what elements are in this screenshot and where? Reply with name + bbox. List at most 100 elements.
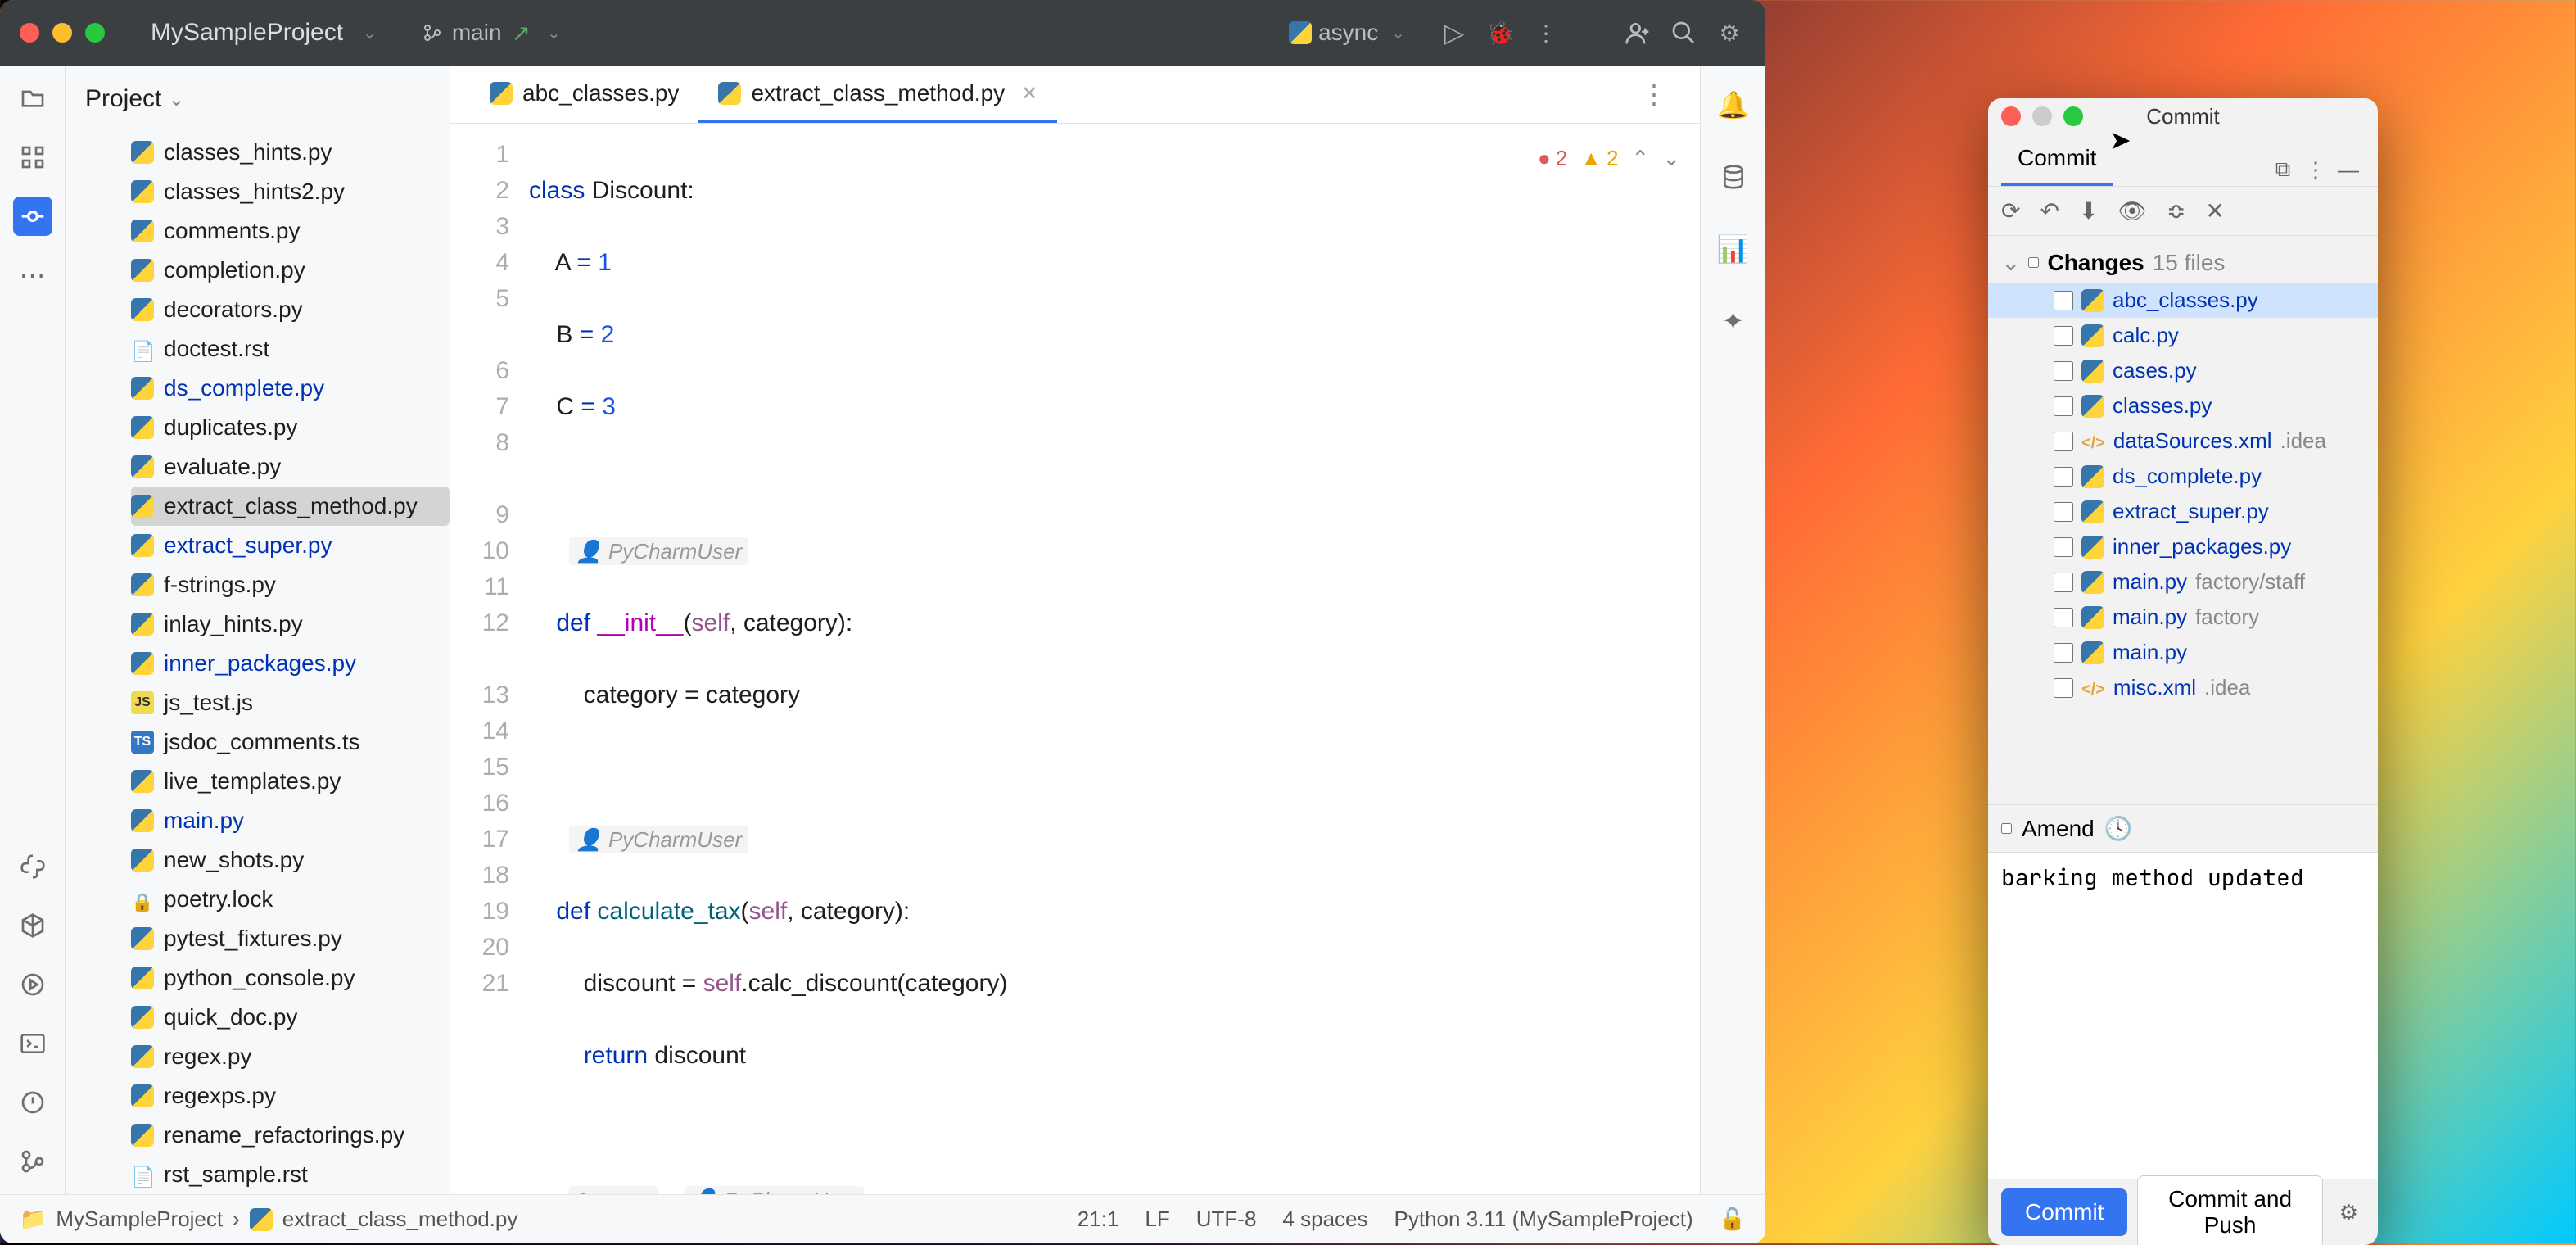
file-tree-item[interactable]: rst_sample.rst <box>131 1155 450 1194</box>
file-checkbox[interactable] <box>2054 608 2073 627</box>
file-tree-item[interactable]: extract_class_method.py <box>131 487 450 526</box>
commit-file-item[interactable]: abc_classes.py <box>1988 283 2378 318</box>
tab-shelf[interactable] <box>2113 160 2145 186</box>
commit-file-item[interactable]: ds_complete.py <box>1988 459 2378 494</box>
more-tool-button[interactable]: ⋯ <box>13 256 52 295</box>
services-button[interactable] <box>13 965 52 1004</box>
file-checkbox[interactable] <box>2054 326 2073 346</box>
commit-file-item[interactable]: inner_packages.py <box>1988 529 2378 564</box>
minimize-panel-icon[interactable]: — <box>2332 153 2365 186</box>
rollback-icon[interactable]: ↶ <box>2040 197 2059 224</box>
maximize-window-icon[interactable] <box>85 23 105 43</box>
encoding[interactable]: UTF-8 <box>1196 1207 1257 1232</box>
commit-file-item[interactable]: cases.py <box>1988 353 2378 388</box>
file-tree-item[interactable]: inner_packages.py <box>131 644 450 683</box>
file-tree-item[interactable]: quick_doc.py <box>131 998 450 1037</box>
file-tree-item[interactable]: TSjsdoc_comments.ts <box>131 722 450 762</box>
editor-tab[interactable]: abc_classes.py <box>470 67 698 123</box>
changelist-icon[interactable]: ≎ <box>2167 197 2185 224</box>
show-diff-icon[interactable]: ⬇ <box>2079 197 2098 224</box>
commit-file-item[interactable]: main.py factory/staff <box>1988 564 2378 600</box>
code[interactable]: class Discount: A = 1 B = 2 C = 3 👤 PyCh… <box>529 124 1700 1194</box>
file-tree-item[interactable]: doctest.rst <box>131 329 450 369</box>
file-tree-item[interactable]: new_shots.py <box>131 840 450 880</box>
commit-settings-icon[interactable]: ⚙ <box>2333 1193 2365 1232</box>
file-tree-item[interactable]: pytest_fixtures.py <box>131 919 450 958</box>
readonly-icon[interactable]: 🔓 <box>1720 1207 1746 1232</box>
file-tree-item[interactable]: decorators.py <box>131 290 450 329</box>
file-tree-item[interactable]: completion.py <box>131 251 450 290</box>
commit-and-push-button[interactable]: Commit and Push <box>2137 1175 2322 1245</box>
file-checkbox[interactable] <box>2054 537 2073 557</box>
file-tree-item[interactable]: evaluate.py <box>131 447 450 487</box>
file-tree-item[interactable]: duplicates.py <box>131 408 450 447</box>
editor-tab[interactable]: extract_class_method.py✕ <box>698 67 1057 123</box>
project-name[interactable]: MySampleProject <box>151 19 343 47</box>
file-tree-item[interactable]: comments.py <box>131 211 450 251</box>
branch-widget[interactable]: main ↗ ⌄ <box>423 20 561 47</box>
close-icon[interactable] <box>2001 106 2021 126</box>
file-tree-item[interactable]: regex.py <box>131 1037 450 1076</box>
tabs-more-icon[interactable]: ⋮ <box>1628 66 1680 123</box>
interpreter[interactable]: Python 3.11 (MySampleProject) <box>1394 1207 1693 1232</box>
file-checkbox[interactable] <box>2054 432 2073 451</box>
settings-icon[interactable]: ⚙ <box>1713 16 1746 49</box>
minimize-window-icon[interactable] <box>52 23 72 43</box>
more-actions-icon[interactable]: ⋮ <box>1530 16 1562 49</box>
file-tree-item[interactable]: extract_super.py <box>131 526 450 565</box>
add-user-icon[interactable] <box>1621 16 1654 49</box>
run-button[interactable]: ▷ <box>1438 16 1471 49</box>
preview-icon[interactable]: 👁 <box>2117 197 2147 224</box>
commit-file-item[interactable]: main.py <box>1988 635 2378 670</box>
file-checkbox[interactable] <box>2054 291 2073 310</box>
file-tree-item[interactable]: inlay_hints.py <box>131 604 450 644</box>
file-checkbox[interactable] <box>2054 361 2073 381</box>
file-tree-item[interactable]: live_templates.py <box>131 762 450 801</box>
amend-checkbox[interactable] <box>2001 823 2012 834</box>
close-tab-icon[interactable]: ✕ <box>1021 82 1037 106</box>
commit-tool-button[interactable] <box>13 197 52 236</box>
file-tree-item[interactable]: f-strings.py <box>131 565 450 604</box>
file-tree-item[interactable]: main.py <box>131 801 450 840</box>
line-separator[interactable]: LF <box>1145 1207 1169 1232</box>
database-icon[interactable] <box>1714 157 1753 197</box>
minimize-icon[interactable] <box>2032 106 2052 126</box>
vcs-button[interactable] <box>13 1142 52 1181</box>
commit-file-item[interactable]: extract_super.py <box>1988 494 2378 529</box>
file-tree-item[interactable]: classes_hints.py <box>131 133 450 172</box>
more-icon[interactable]: ⋮ <box>2299 153 2332 186</box>
commit-file-item[interactable]: misc.xml .idea <box>1988 670 2378 705</box>
ai-assistant-icon[interactable]: ✦ <box>1714 301 1753 341</box>
packages-button[interactable] <box>13 906 52 945</box>
chevron-down-icon[interactable]: ⌄ <box>363 23 377 43</box>
history-icon[interactable]: 🕓 <box>2104 815 2133 842</box>
python-console-button[interactable] <box>13 847 52 886</box>
file-checkbox[interactable] <box>2054 678 2073 698</box>
file-tree-item[interactable]: JSjs_test.js <box>131 683 450 722</box>
coverage-icon[interactable]: 📊 <box>1714 229 1753 269</box>
commit-file-item[interactable]: calc.py <box>1988 318 2378 353</box>
changes-list[interactable]: ⌄ Changes 15 files abc_classes.pycalc.py… <box>1988 236 2378 804</box>
file-tree-item[interactable]: classes_hints2.py <box>131 172 450 211</box>
file-tree[interactable]: classes_hints.pyclasses_hints2.pycomment… <box>66 133 450 1194</box>
commit-file-item[interactable]: main.py factory <box>1988 600 2378 635</box>
file-checkbox[interactable] <box>2054 502 2073 522</box>
open-diff-icon[interactable]: ⧉ <box>2266 153 2299 186</box>
file-tree-item[interactable]: poetry.lock <box>131 880 450 919</box>
file-checkbox[interactable] <box>2054 467 2073 487</box>
project-pane-header[interactable]: Project ⌄ <box>66 66 450 133</box>
file-tree-item[interactable]: regexps.py <box>131 1076 450 1116</box>
close-window-icon[interactable] <box>20 23 39 43</box>
changes-header[interactable]: ⌄ Changes 15 files <box>1988 242 2378 283</box>
file-tree-item[interactable]: ds_complete.py <box>131 369 450 408</box>
close-commit-icon[interactable]: ✕ <box>2205 197 2224 224</box>
commit-file-item[interactable]: classes.py <box>1988 388 2378 423</box>
search-icon[interactable] <box>1667 16 1700 49</box>
debug-button[interactable]: 🐞 <box>1484 16 1516 49</box>
commit-file-item[interactable]: dataSources.xml .idea <box>1988 423 2378 459</box>
file-checkbox[interactable] <box>2054 643 2073 663</box>
structure-tool-button[interactable] <box>13 138 52 177</box>
file-checkbox[interactable] <box>2054 573 2073 592</box>
problems-button[interactable] <box>13 1083 52 1122</box>
editor[interactable]: ● 2 ▲ 2 ⌃ ⌄ 1234567891011121314151617181… <box>450 124 1700 1194</box>
